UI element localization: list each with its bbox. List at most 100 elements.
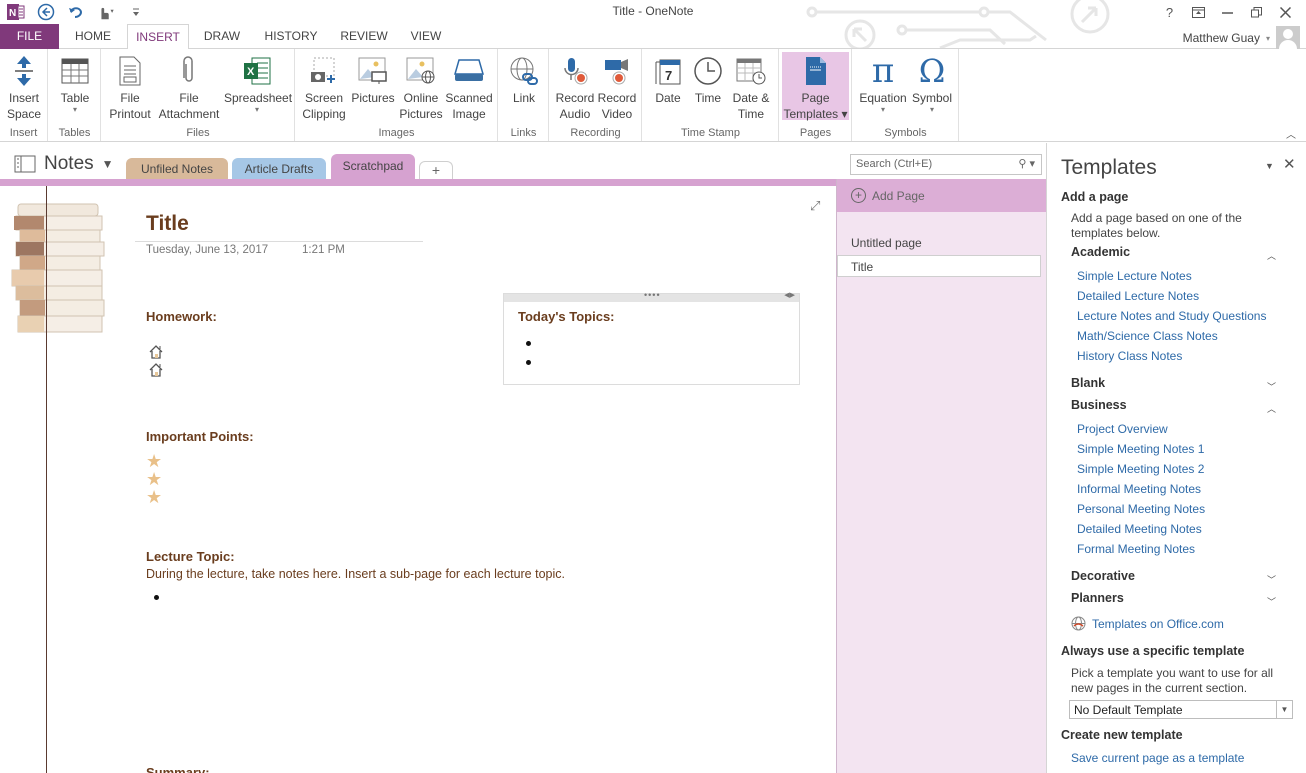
page-canvas[interactable]: ⤢ Title Tuesday, June 13, 2017 1:21 PM H… [0,186,836,773]
add-page-button[interactable]: + Add Page [837,179,1046,212]
spreadsheet-button[interactable]: X Spreadsheet ▾ [224,52,292,114]
homework-heading[interactable]: Homework: [146,309,217,324]
page-title[interactable]: Title [146,212,189,236]
symbol-button[interactable]: Ω Symbol ▾ [909,52,955,114]
scanner-icon [454,59,484,81]
category-planners[interactable]: Planners [1071,591,1124,605]
section-tab-unfiled-notes[interactable]: Unfiled Notes [126,158,228,180]
search-icon[interactable]: ⚲ ▾ [1018,157,1035,170]
tab-draw[interactable]: DRAW [193,24,251,49]
category-blank[interactable]: Blank [1071,376,1105,390]
create-template-heading: Create new template [1061,728,1183,742]
restore-button[interactable] [1242,2,1271,22]
category-decorative[interactable]: Decorative [1071,569,1135,583]
section-tab-scratchpad[interactable]: Scratchpad [331,154,415,180]
table-button[interactable]: Table ▾ [55,52,95,114]
template-link[interactable]: Personal Meeting Notes [1077,502,1205,516]
time-button[interactable]: Time [689,52,727,106]
template-link[interactable]: Math/Science Class Notes [1077,329,1218,343]
file-attachment-button[interactable]: File Attachment [156,52,222,122]
ribbon-group-time-stamp: 7 Date Time Date & Time Time Stamp [643,49,779,141]
template-link[interactable]: Detailed Lecture Notes [1077,289,1199,303]
tab-home[interactable]: HOME [60,24,126,49]
tab-view[interactable]: VIEW [402,24,450,49]
category-academic[interactable]: Academic [1071,245,1130,259]
save-as-template-link[interactable]: Save current page as a template [1071,751,1244,765]
search-input[interactable]: Search (Ctrl+E) ⚲ ▾ [850,154,1042,175]
todays-topics-container[interactable]: •••• ◀▶ Today's Topics: [503,290,800,385]
house-tag-icon[interactable] [148,362,164,378]
category-business[interactable]: Business [1071,398,1127,412]
resize-arrows-icon[interactable]: ◀▶ [784,291,795,299]
chevron-up-icon[interactable]: ︿ [1267,249,1276,262]
scanned-image-button[interactable]: Scanned Image [444,52,494,122]
record-audio-button[interactable]: Record Audio [554,52,596,122]
important-points-heading[interactable]: Important Points: [146,429,254,444]
house-tag-icon[interactable] [148,344,164,360]
notebook-selector[interactable]: Notes ▼ [14,153,114,175]
close-pane-button[interactable]: ✕ [1283,155,1296,173]
template-link[interactable]: Informal Meeting Notes [1077,482,1201,496]
star-tag-icon[interactable]: ★ [146,452,162,470]
ribbon-display-icon [1192,6,1205,18]
bullet-point[interactable] [526,341,531,346]
template-link[interactable]: Formal Meeting Notes [1077,542,1195,556]
default-template-select[interactable]: No Default Template ▼ [1069,700,1293,719]
tab-insert[interactable]: INSERT [127,24,189,50]
template-link[interactable]: History Class Notes [1077,349,1182,363]
section-tab-article-drafts[interactable]: Article Drafts [232,158,326,180]
template-link[interactable]: Simple Meeting Notes 2 [1077,462,1204,476]
ribbon-tabs: FILE HOME INSERT DRAW HISTORY REVIEW VIE… [0,24,1306,50]
svg-text:7: 7 [665,68,672,83]
lecture-instructions[interactable]: During the lecture, take notes here. Ins… [146,567,565,581]
summary-heading[interactable]: Summary: [146,765,210,773]
template-link[interactable]: Detailed Meeting Notes [1077,522,1202,536]
pictures-button[interactable]: Pictures [350,52,396,106]
chevron-up-icon[interactable]: ︿ [1267,402,1276,415]
expand-page-icon[interactable]: ⤢ [810,198,820,214]
record-video-button[interactable]: Record Video [596,52,638,122]
dropdown-arrow-icon[interactable]: ▼ [1276,701,1292,718]
close-button[interactable] [1271,2,1300,22]
templates-office-link[interactable]: Templates on Office.com [1071,616,1224,631]
bullet-point[interactable] [154,595,159,600]
online-pictures-button[interactable]: Online Pictures [398,52,444,122]
ribbon-display-options-button[interactable] [1184,2,1213,22]
dropdown-arrow-icon: ▾ [880,105,885,114]
chevron-down-icon[interactable]: ﹀ [1267,595,1276,608]
tab-review[interactable]: REVIEW [333,24,395,49]
template-link[interactable]: Simple Lecture Notes [1077,269,1192,283]
minimize-button[interactable] [1213,2,1242,22]
ribbon-group-pages: Page Templates ▾ Pages [780,49,852,141]
chevron-down-icon[interactable]: ﹀ [1267,573,1276,586]
office-globe-icon [1071,616,1086,631]
star-tag-icon[interactable]: ★ [146,488,162,506]
always-use-description: Pick a template you want to use for all … [1071,666,1274,695]
page-list-item[interactable]: Untitled page [837,232,1041,254]
todays-topics-heading[interactable]: Today's Topics: [518,309,615,324]
date-and-time-button[interactable]: Date & Time [729,52,773,122]
link-button[interactable]: Link [505,52,543,106]
date-button[interactable]: 7 Date [649,52,687,106]
equation-button[interactable]: π Equation ▾ [857,52,909,114]
star-tag-icon[interactable]: ★ [146,470,162,488]
tab-history[interactable]: HISTORY [256,24,326,49]
bullet-point[interactable] [526,360,531,365]
collapse-ribbon-button[interactable]: ︿ [1286,126,1296,141]
template-link[interactable]: Project Overview [1077,422,1168,436]
pane-options-button[interactable]: ▼ [1265,161,1274,171]
lecture-topic-heading[interactable]: Lecture Topic: [146,549,235,564]
tab-file[interactable]: FILE [0,24,59,49]
chevron-down-icon[interactable]: ﹀ [1267,380,1276,393]
help-button[interactable]: ? [1155,2,1184,22]
container-drag-handle[interactable]: •••• ◀▶ [504,290,799,302]
page-list-item-current[interactable]: Title [837,255,1041,277]
user-account[interactable]: Matthew Guay ▾ [1183,26,1300,50]
page-templates-button[interactable]: Page Templates ▾ [782,52,849,121]
insert-space-button[interactable]: Insert Space [4,52,44,122]
template-link[interactable]: Simple Meeting Notes 1 [1077,442,1204,456]
template-link[interactable]: Lecture Notes and Study Questions [1077,309,1266,323]
file-printout-button[interactable]: File Printout [106,52,154,122]
screen-clipping-button[interactable]: Screen Clipping [300,52,348,122]
add-section-button[interactable]: + [419,161,453,180]
